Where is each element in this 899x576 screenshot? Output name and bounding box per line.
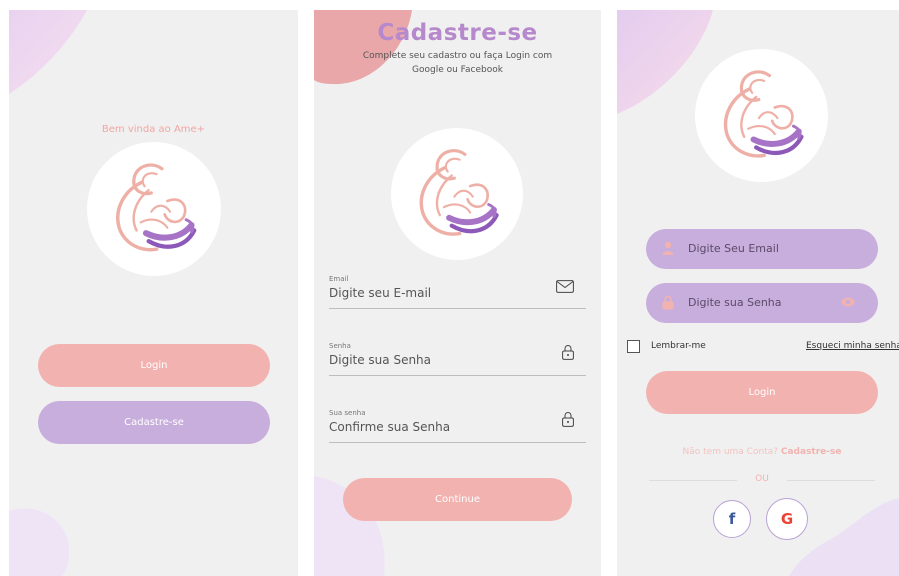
page-subtitle: Complete seu cadastro ou faça Login com … (362, 51, 553, 75)
email-field[interactable]: Email Digite seu E-mail (329, 272, 586, 309)
top-left-blob (9, 10, 87, 94)
bottom-right-blob (789, 498, 899, 576)
signup-screen: Cadastre-se Complete seu cadastro ou faç… (314, 10, 601, 576)
signup-button[interactable]: Cadastre-se (38, 401, 270, 444)
email-field-label: Email (329, 275, 349, 283)
password-input[interactable]: Digite sua Senha (329, 353, 431, 367)
google-button[interactable]: G (766, 498, 808, 540)
confirm-password-input[interactable]: Confirme sua Senha (329, 420, 450, 434)
or-label: OU (755, 474, 769, 484)
no-account-text: Não tem uma Conta? Cadastre-se (617, 447, 899, 457)
continue-button-label: Continue (435, 494, 480, 505)
login-button-label: Login (140, 360, 168, 371)
confirm-password-field[interactable]: Sua senha Confirme sua Senha (329, 406, 586, 443)
google-icon: G (780, 510, 794, 528)
no-account-label: Não tem uma Conta? (682, 447, 778, 457)
mail-icon (556, 280, 574, 293)
email-placeholder: Digite Seu Email (688, 242, 779, 255)
bottom-left-blob (9, 508, 70, 576)
app-logo (391, 128, 523, 260)
lock-icon (562, 345, 574, 360)
page-title: Cadastre-se (377, 20, 538, 46)
login-screen: Digite Seu Email Digite sua Senha Lembra… (617, 10, 899, 576)
email-input[interactable]: Digite Seu Email (646, 229, 878, 269)
lock-icon (662, 295, 674, 310)
remember-label: Lembrar-me (651, 341, 706, 351)
facebook-button[interactable]: f (713, 500, 751, 538)
user-icon (662, 241, 674, 255)
login-button[interactable]: Login (646, 371, 878, 414)
remember-checkbox[interactable] (627, 340, 640, 353)
password-placeholder: Digite sua Senha (688, 296, 782, 309)
continue-button[interactable]: Continue (343, 478, 572, 521)
app-logo (87, 142, 221, 276)
password-field-label: Senha (329, 342, 351, 350)
welcome-screen: Bem vinda ao Ame+ Login Cadastre-se (9, 10, 298, 576)
password-field[interactable]: Senha Digite sua Senha (329, 339, 586, 376)
or-divider: OU (649, 474, 875, 484)
lock-icon (562, 412, 574, 427)
password-input[interactable]: Digite sua Senha (646, 283, 878, 323)
email-input[interactable]: Digite seu E-mail (329, 286, 431, 300)
login-button-label: Login (748, 387, 776, 398)
app-logo (695, 49, 828, 182)
confirm-password-field-label: Sua senha (329, 409, 366, 417)
forgot-password-link[interactable]: Esqueci minha senha (806, 341, 899, 351)
eye-icon[interactable] (840, 295, 856, 309)
signup-link[interactable]: Cadastre-se (781, 447, 842, 457)
facebook-icon: f (728, 510, 736, 528)
welcome-text: Bem vinda ao Ame+ (101, 124, 206, 135)
login-button[interactable]: Login (38, 344, 270, 387)
signup-button-label: Cadastre-se (124, 417, 184, 428)
